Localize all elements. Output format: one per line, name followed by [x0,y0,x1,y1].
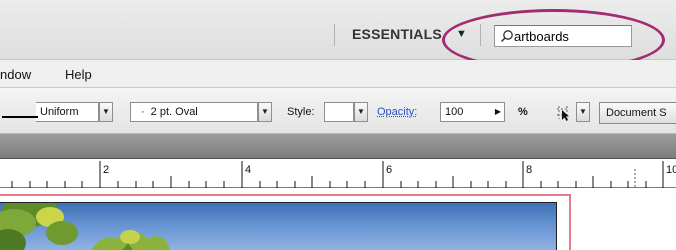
document-canvas[interactable] [0,188,676,250]
recolor-artwork-icon[interactable] [553,104,575,122]
menu-help[interactable]: Help [65,67,92,82]
separator [334,24,335,46]
stroke-profile-select[interactable]: Uniform [36,102,99,122]
document-tab-strip [0,134,676,159]
brush-value: 2 pt. Oval [150,106,198,118]
stroke-preview-line [2,116,38,118]
opacity-link[interactable]: Opacity: [377,106,417,118]
menu-window[interactable]: ndow [0,67,31,82]
control-bar: Uniform ▼ · 2 pt. Oval ▼ Style: ▼ Opacity… [0,88,676,134]
opacity-arrow-icon[interactable]: ▶ [495,103,501,121]
style-label: Style: [287,106,315,118]
stroke-profile-dropdown-button[interactable]: ▼ [99,102,113,122]
style-dropdown-button[interactable]: ▼ [354,102,368,122]
horizontal-ruler: 2 4 6 8 10 [0,159,676,188]
ruler-label: 8 [526,164,533,176]
ruler-ticks [11,161,664,188]
ruler-label: 4 [245,164,252,176]
ruler-label: 6 [386,164,393,176]
percent-label: % [518,106,528,118]
recolor-dropdown-button[interactable]: ▼ [576,102,590,122]
opacity-value: 100 [445,106,464,118]
opacity-input[interactable]: 100 ▶ [440,102,505,122]
ruler-label: 2 [103,164,110,176]
application-bar: ESSENTIALS ▼ [0,0,676,71]
workspace-switcher-label[interactable]: ESSENTIALS [352,26,442,42]
stroke-profile-value: Uniform [40,106,79,118]
foliage-artwork [0,203,170,250]
document-setup-button[interactable]: Document S [599,102,676,124]
graphic-style-swatch[interactable] [324,102,354,122]
menu-bar: ndow Help [0,60,676,88]
ruler-minor-ticks [11,176,647,188]
ruler-label: 10 [666,164,676,176]
brush-select[interactable]: · 2 pt. Oval [130,102,258,122]
brush-dropdown-button[interactable]: ▼ [258,102,272,122]
artwork-image[interactable] [0,202,557,250]
brush-prefix: · [141,106,145,118]
